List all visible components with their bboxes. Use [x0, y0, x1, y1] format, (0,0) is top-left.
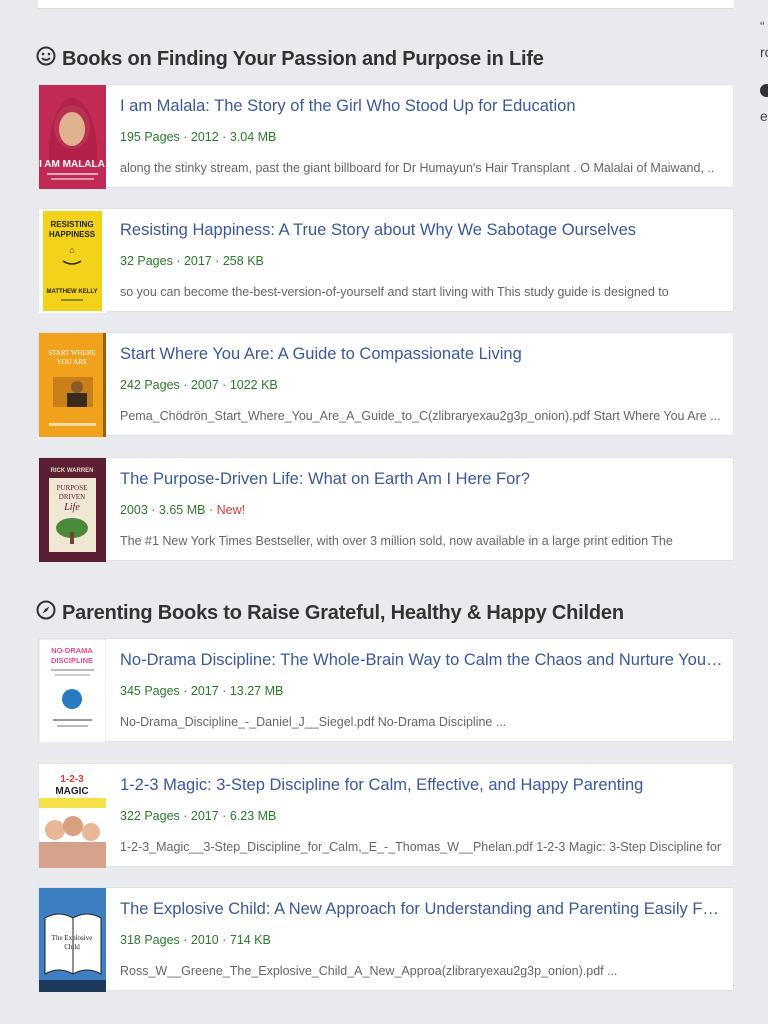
- book-meta: 2003 · 3.65 MB · New!: [120, 503, 246, 517]
- svg-text:START WHERE: START WHERE: [48, 349, 96, 357]
- right-panel-text: rc: [760, 44, 768, 60]
- book-snippet: Pema_Chödrön_Start_Where_You_Are_A_Guide…: [120, 409, 721, 423]
- book-meta: 322 Pages · 2017 · 6.23 MB: [120, 809, 277, 823]
- svg-text:MAGIC: MAGIC: [55, 786, 88, 797]
- book-meta: 242 Pages · 2007 · 1022 KB: [120, 378, 278, 392]
- svg-text:YOU ARE: YOU ARE: [57, 358, 88, 366]
- previous-card-edge: [38, 0, 734, 9]
- book-snippet: along the stinky stream, past the giant …: [120, 161, 715, 175]
- new-badge: New!: [216, 503, 246, 517]
- book-card[interactable]: 1-2-3 MAGIC 1-2-3 Magic: 3-Step Discipli…: [38, 763, 734, 868]
- svg-text:Life: Life: [63, 502, 80, 513]
- book-meta: 345 Pages · 2017 · 13.27 MB: [120, 684, 284, 698]
- book-title-link[interactable]: Start Where You Are: A Guide to Compassi…: [120, 345, 723, 364]
- book-snippet: Ross_W__Greene_The_Explosive_Child_A_New…: [120, 964, 618, 978]
- book-card[interactable]: The Explosive Child The Explosive Child:…: [38, 887, 734, 992]
- svg-text:Child: Child: [64, 943, 80, 951]
- book-card[interactable]: RESISTING HAPPINESS ⌂ MATTHEW KELLY Resi…: [38, 208, 734, 313]
- book-meta: 195 Pages · 2012 · 3.04 MB: [120, 130, 277, 144]
- svg-text:RESISTING: RESISTING: [50, 220, 93, 229]
- book-cover[interactable]: RICK WARREN PURPOSE DRIVEN Life: [39, 458, 106, 562]
- svg-text:1-2-3: 1-2-3: [60, 774, 84, 785]
- book-meta: 32 Pages · 2017 · 258 KB: [120, 254, 264, 268]
- book-cover[interactable]: START WHERE YOU ARE: [39, 333, 106, 437]
- svg-text:DRIVEN: DRIVEN: [59, 493, 85, 501]
- svg-text:DISCIPLINE: DISCIPLINE: [51, 656, 93, 665]
- svg-text:RICK WARREN: RICK WARREN: [51, 468, 94, 474]
- book-snippet: No-Drama_Discipline_-_Daniel_J__Siegel.p…: [120, 715, 507, 729]
- right-panel-text-2: e: [760, 108, 768, 124]
- svg-text:MATTHEW KELLY: MATTHEW KELLY: [47, 289, 98, 295]
- section-title-passion: Books on Finding Your Passion and Purpos…: [36, 46, 544, 72]
- book-cover[interactable]: NO-DRAMA DISCIPLINE: [39, 639, 106, 743]
- compass-icon: [36, 600, 56, 626]
- book-card[interactable]: I AM MALALA I am Malala: The Story of th…: [38, 84, 734, 189]
- book-snippet: so you can become the-best-version-of-yo…: [120, 285, 669, 299]
- book-title-link[interactable]: The Purpose-Driven Life: What on Earth A…: [120, 470, 723, 489]
- section-title-parenting: Parenting Books to Raise Grateful, Healt…: [36, 600, 624, 626]
- book-snippet: The #1 New York Times Bestseller, with o…: [120, 534, 673, 548]
- book-cover[interactable]: The Explosive Child: [39, 888, 106, 992]
- section-title-text: Parenting Books to Raise Grateful, Healt…: [62, 601, 624, 624]
- quote-mark: “: [760, 18, 765, 34]
- svg-text:HAPPINESS: HAPPINESS: [49, 230, 96, 239]
- book-card[interactable]: RICK WARREN PURPOSE DRIVEN Life The Purp…: [38, 457, 734, 562]
- book-title-link[interactable]: No-Drama Discipline: The Whole-Brain Way…: [120, 651, 723, 670]
- smile-icon: [36, 46, 56, 72]
- book-card[interactable]: START WHERE YOU ARE Start Where You Are:…: [38, 332, 734, 437]
- book-cover[interactable]: I AM MALALA: [39, 85, 106, 189]
- svg-text:I AM MALALA: I AM MALALA: [39, 159, 105, 170]
- book-meta: 318 Pages · 2010 · 714 KB: [120, 933, 271, 947]
- book-snippet: 1-2-3_Magic__3-Step_Discipline_for_Calm,…: [120, 840, 721, 854]
- book-cover[interactable]: 1-2-3 MAGIC: [39, 764, 106, 868]
- book-title-link[interactable]: 1-2-3 Magic: 3-Step Discipline for Calm,…: [120, 776, 723, 795]
- svg-text:PURPOSE: PURPOSE: [57, 484, 88, 492]
- svg-text:⌂: ⌂: [69, 245, 74, 255]
- section-title-text: Books on Finding Your Passion and Purpos…: [62, 47, 544, 70]
- svg-text:The Explosive: The Explosive: [52, 934, 93, 942]
- book-title-link[interactable]: I am Malala: The Story of the Girl Who S…: [120, 97, 723, 116]
- book-cover[interactable]: RESISTING HAPPINESS ⌂ MATTHEW KELLY: [39, 209, 106, 313]
- book-card[interactable]: NO-DRAMA DISCIPLINE No-Drama Discipline:…: [38, 638, 734, 743]
- book-title-link[interactable]: The Explosive Child: A New Approach for …: [120, 900, 723, 919]
- book-title-link[interactable]: Resisting Happiness: A True Story about …: [120, 221, 723, 240]
- svg-text:NO-DRAMA: NO-DRAMA: [51, 646, 93, 655]
- help-icon[interactable]: [760, 84, 768, 97]
